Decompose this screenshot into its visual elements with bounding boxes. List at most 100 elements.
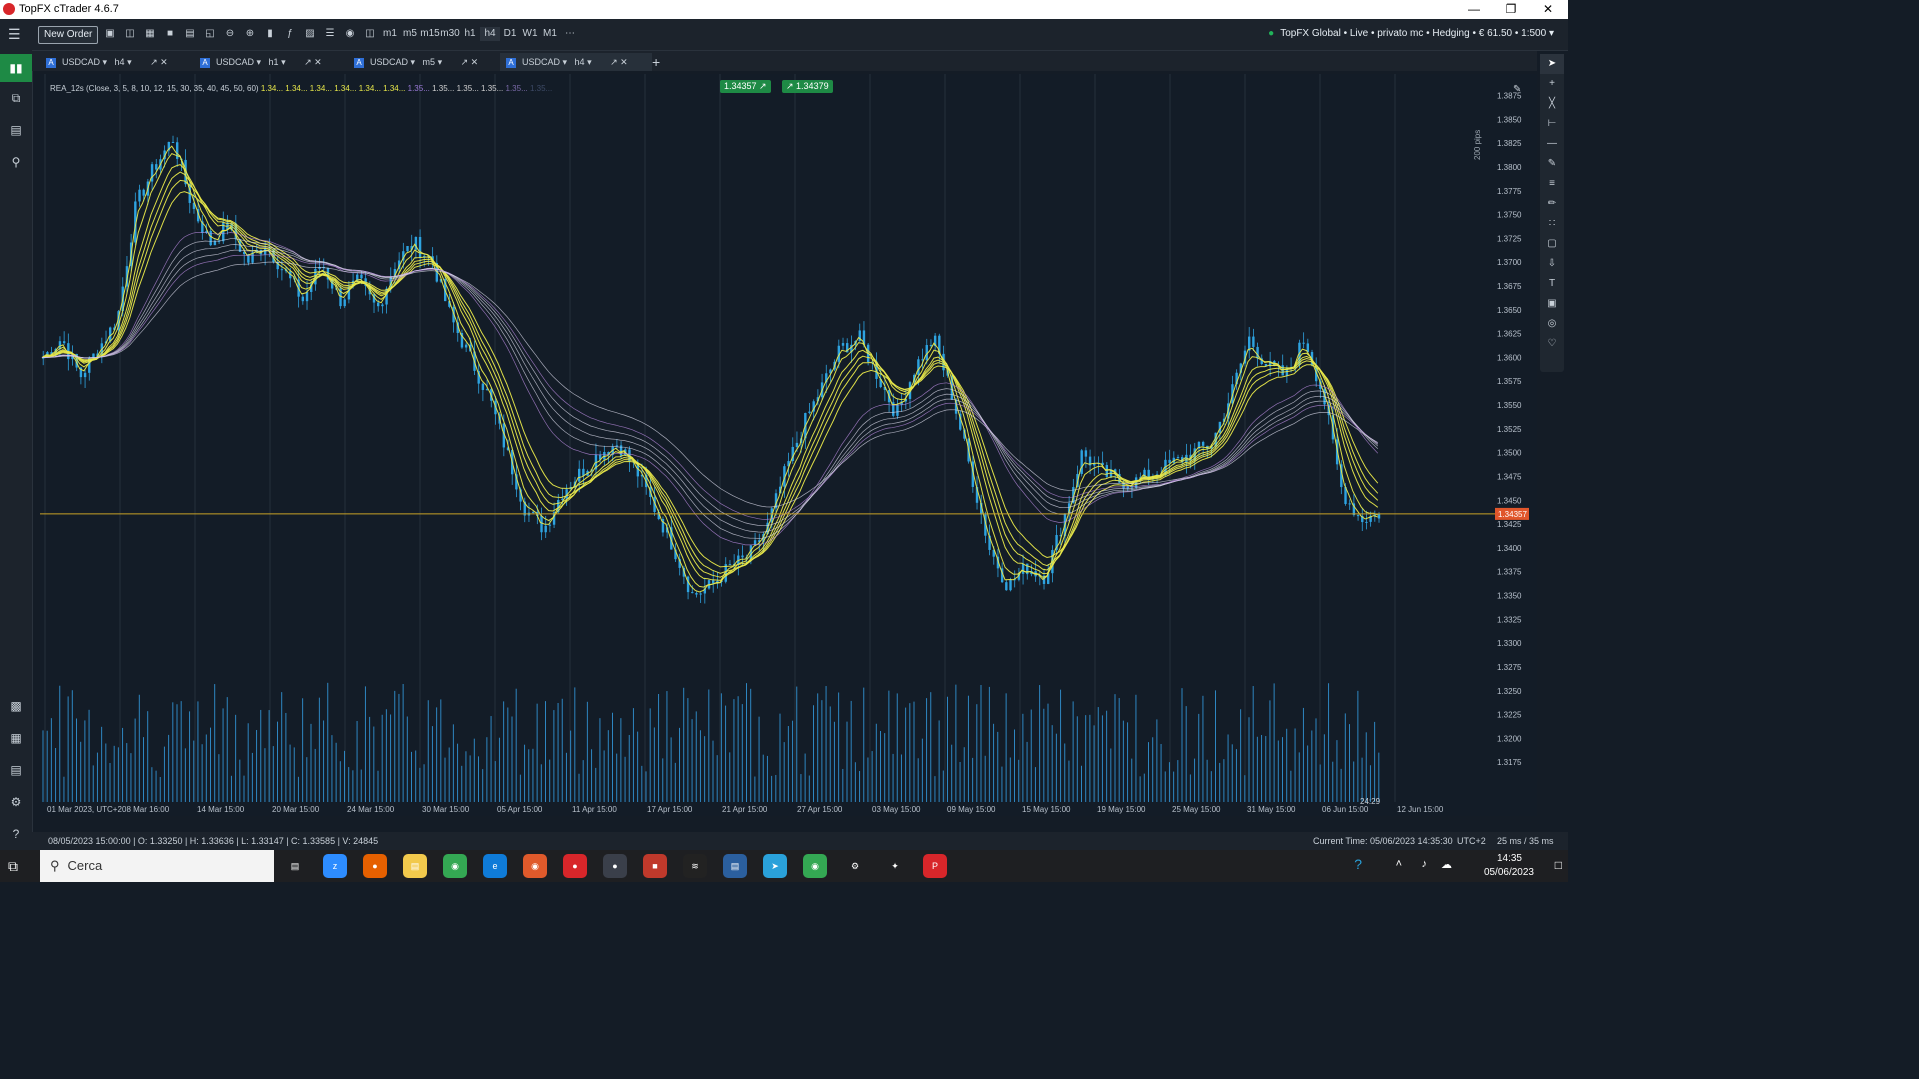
settings-icon[interactable]: ⚙ bbox=[843, 854, 867, 878]
file-explorer-icon[interactable]: ▤ bbox=[403, 854, 427, 878]
watch-icon[interactable]: ◉ bbox=[340, 27, 360, 41]
wallet-icon[interactable]: ▤ bbox=[6, 760, 26, 780]
camera-icon[interactable]: ◎ bbox=[1540, 314, 1564, 334]
new-order-button[interactable]: New Order bbox=[38, 26, 99, 44]
timeframe-m15[interactable]: m15 bbox=[420, 27, 440, 41]
copy-section-icon[interactable]: ⧉ bbox=[6, 88, 26, 108]
arrow-down-icon[interactable]: ⇩ bbox=[1540, 254, 1564, 274]
chart-app-icon[interactable]: ≋ bbox=[683, 854, 707, 878]
edit-chart-icon[interactable]: ✎ bbox=[1513, 84, 1521, 95]
app-orange-icon[interactable]: ◉ bbox=[523, 854, 547, 878]
task-view-icon[interactable]: ▤ bbox=[283, 854, 307, 878]
trade-section-icon[interactable]: ▮▮ bbox=[0, 54, 32, 82]
tab-usdcad-4-active[interactable]: A USDCAD ▾ h4 ▾ ↗ ✕ bbox=[500, 53, 652, 71]
ctrader-taskbar-icon[interactable]: ● bbox=[603, 854, 627, 878]
popout-icon[interactable]: ↗ bbox=[610, 57, 618, 67]
layout-icon[interactable]: ◫ bbox=[120, 27, 140, 41]
popout-icon[interactable]: ↗ bbox=[461, 57, 469, 67]
help-tray-icon[interactable]: ? bbox=[1354, 856, 1362, 872]
tab-close-icon[interactable]: ✕ bbox=[160, 57, 168, 67]
volume-icon[interactable]: ♪ bbox=[1422, 858, 1428, 870]
restore-button[interactable]: ❐ bbox=[1493, 0, 1529, 19]
price-chart[interactable]: 01 Mar 2023, UTC+2 08 Mar 16:00 14 Mar 15:… bbox=[40, 74, 1495, 816]
tab-close-icon[interactable]: ✕ bbox=[620, 57, 628, 67]
text-icon[interactable]: T bbox=[1540, 274, 1564, 294]
account-info[interactable]: ● TopFX Global • Live • privato mc • Hedg… bbox=[1268, 28, 1554, 39]
briefcase-icon[interactable]: ▩ bbox=[6, 696, 26, 716]
template-icon[interactable]: ▨ bbox=[300, 27, 320, 41]
zoom-app-icon[interactable]: z bbox=[323, 854, 347, 878]
zoom-out-icon[interactable]: ⊖ bbox=[220, 27, 240, 41]
tab-usdcad-1[interactable]: A USDCAD ▾ h4 ▾ ↗ ✕ bbox=[46, 53, 192, 71]
chart-area[interactable]: 01 Mar 2023, UTC+2 08 Mar 16:00 14 Mar 15:… bbox=[40, 74, 1495, 816]
clock-time[interactable]: 14:35 bbox=[1497, 853, 1522, 864]
timezone[interactable]: UTC+2 bbox=[1457, 832, 1486, 850]
candles-icon[interactable]: ▮ bbox=[260, 27, 280, 41]
notifications-icon[interactable]: □ bbox=[1555, 858, 1562, 872]
channel-icon[interactable]: ∷ bbox=[1540, 214, 1564, 234]
app-red-icon[interactable]: ● bbox=[563, 854, 587, 878]
chrome-icon[interactable]: ◉ bbox=[443, 854, 467, 878]
firefox-icon[interactable]: ● bbox=[363, 854, 387, 878]
more-icon[interactable]: ⋯ bbox=[560, 27, 580, 41]
crosshair-icon[interactable]: + bbox=[1540, 74, 1564, 94]
tab-close-icon[interactable]: ✕ bbox=[471, 57, 479, 67]
settings-gear-icon[interactable]: ⚙ bbox=[6, 792, 26, 812]
hline-icon[interactable]: — bbox=[1540, 134, 1564, 154]
price-axis[interactable]: 1.3875 1.3850 1.3825 1.3800 1.3775 1.3750 1.37… bbox=[1495, 74, 1537, 816]
timeframe-h1[interactable]: h1 bbox=[460, 27, 480, 41]
layers-icon[interactable]: ☰ bbox=[320, 27, 340, 41]
search-box[interactable]: ⚲ Cerca bbox=[40, 850, 274, 882]
grid-icon[interactable]: ▦ bbox=[140, 27, 160, 41]
timeframe-h4[interactable]: h4 bbox=[480, 27, 500, 41]
app-p-icon[interactable]: P bbox=[923, 854, 947, 878]
trend-tool-icon[interactable]: ╳ bbox=[1540, 94, 1564, 114]
tab-close-icon[interactable]: ✕ bbox=[314, 57, 322, 67]
monitor-icon[interactable]: ▣ bbox=[100, 27, 120, 41]
add-tab-icon[interactable]: + bbox=[652, 53, 666, 71]
note-icon[interactable]: ▣ bbox=[1540, 294, 1564, 314]
cursor-icon[interactable]: ➤ bbox=[1540, 54, 1564, 74]
snapshot-icon[interactable]: ◫ bbox=[360, 27, 380, 41]
automate-section-icon[interactable]: ▤ bbox=[6, 120, 26, 140]
timeframe-m5[interactable]: m5 bbox=[400, 27, 420, 41]
split-chart-icon[interactable]: ▤ bbox=[180, 27, 200, 41]
notes-icon[interactable]: ▤ bbox=[723, 854, 747, 878]
network-icon[interactable]: ☁ bbox=[1441, 858, 1452, 871]
tab-usdcad-3[interactable]: A USDCAD ▾ m5 ▾ ↗ ✕ bbox=[354, 53, 500, 71]
hamburger-menu-icon[interactable]: ☰ bbox=[8, 27, 22, 41]
edge-icon[interactable]: e bbox=[483, 854, 507, 878]
timeframe-d1[interactable]: D1 bbox=[500, 27, 520, 41]
indicator-icon[interactable]: ƒ bbox=[280, 27, 300, 41]
timeframe-w1[interactable]: W1 bbox=[520, 27, 540, 41]
single-chart-icon[interactable]: ■ bbox=[160, 27, 180, 41]
telegram-icon[interactable]: ➤ bbox=[763, 854, 787, 878]
windows-start-icon[interactable]: ⧉ bbox=[8, 858, 26, 874]
rectangle-icon[interactable]: ▢ bbox=[1540, 234, 1564, 254]
clock-date[interactable]: 05/06/2023 bbox=[1484, 867, 1534, 878]
buy-button[interactable]: ↗ 1.34379 bbox=[782, 80, 833, 93]
close-button[interactable]: ✕ bbox=[1530, 0, 1566, 19]
tab-usdcad-2[interactable]: A USDCAD ▾ h1 ▾ ↗ ✕ bbox=[200, 53, 346, 71]
fib-icon[interactable]: ≡ bbox=[1540, 174, 1564, 194]
topfx-icon[interactable]: ■ bbox=[643, 854, 667, 878]
store-icon[interactable]: ▦ bbox=[6, 728, 26, 748]
popout-icon[interactable]: ↗ bbox=[304, 57, 312, 67]
ruler-icon[interactable]: ⊢ bbox=[1540, 114, 1564, 134]
pencil-icon[interactable]: ✎ bbox=[1540, 154, 1564, 174]
brush-icon[interactable]: ✏ bbox=[1540, 194, 1564, 214]
tray-chevron-icon[interactable]: ˄ bbox=[1396, 858, 1402, 870]
minimize-button[interactable]: — bbox=[1456, 0, 1492, 19]
chart-settings-icon[interactable]: ◱ bbox=[200, 27, 220, 41]
zoom-in-icon[interactable]: ⊕ bbox=[240, 27, 260, 41]
analyze-section-icon[interactable]: ⚲ bbox=[6, 152, 26, 172]
chrome-2-icon[interactable]: ◉ bbox=[803, 854, 827, 878]
indicator-legend[interactable]: REA_12s (Close, 3, 5, 8, 10, 12, 15, 30,… bbox=[50, 84, 552, 93]
help-icon[interactable]: ? bbox=[6, 824, 26, 844]
sell-button[interactable]: 1.34357 ↗ bbox=[720, 80, 771, 93]
popout-icon[interactable]: ↗ bbox=[150, 57, 158, 67]
app-bird-icon[interactable]: ✦ bbox=[883, 854, 907, 878]
timeframe-mn1[interactable]: M1 bbox=[540, 27, 560, 41]
timeframe-m30[interactable]: m30 bbox=[440, 27, 460, 41]
timeframe-m1[interactable]: m1 bbox=[380, 27, 400, 41]
